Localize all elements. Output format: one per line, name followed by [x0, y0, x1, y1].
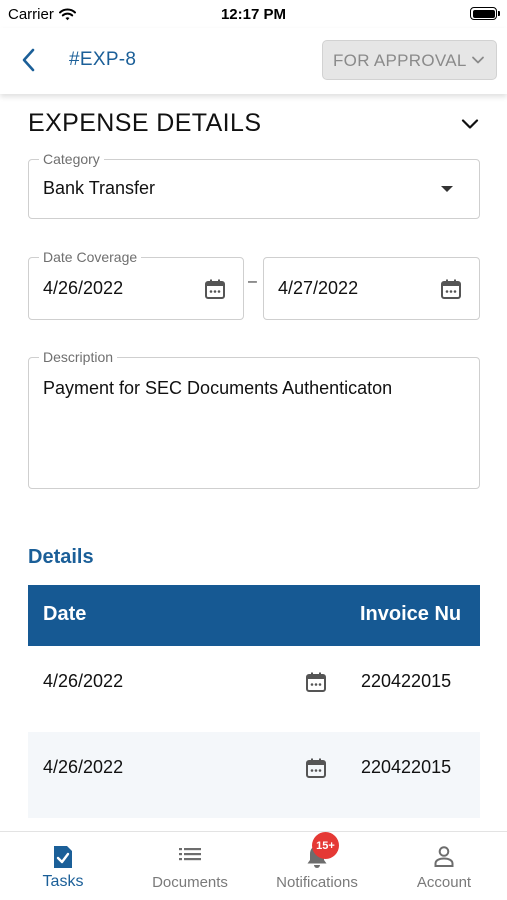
calendar-icon[interactable]: [304, 670, 328, 694]
app-header: #EXP-8 FOR APPROVAL: [0, 28, 507, 94]
category-select[interactable]: Category Bank Transfer: [28, 150, 480, 219]
tab-documents-label: Documents: [152, 874, 228, 891]
collapse-section-button[interactable]: [457, 111, 483, 137]
back-button[interactable]: [14, 46, 42, 74]
dropdown-caret-icon: [441, 186, 453, 192]
description-textarea[interactable]: Description Payment for SEC Documents Au…: [28, 348, 480, 489]
tab-tasks-label: Tasks: [42, 873, 84, 890]
expense-details-title: EXPENSE DETAILS: [28, 109, 262, 137]
row-invoice-number: 220422015: [361, 671, 452, 691]
task-check-icon: [0, 844, 126, 870]
battery-icon: [470, 7, 500, 20]
date-start-value: 4/26/2022: [43, 278, 124, 298]
tab-documents[interactable]: Documents: [127, 832, 253, 900]
row-invoice-number: 220422015: [361, 757, 452, 777]
column-header-date: Date: [43, 603, 87, 625]
notification-count-badge: 15+: [312, 832, 339, 859]
approval-status-label: FOR APPROVAL: [333, 51, 467, 70]
category-value: Bank Transfer: [43, 178, 156, 198]
details-table: Date Invoice Nu 4/26/2022 220422015 4/26…: [28, 585, 480, 832]
status-bar: Carrier 12:17 PM: [0, 0, 507, 28]
chevron-down-icon: [461, 119, 479, 129]
row-date: 4/26/2022: [43, 757, 124, 777]
description-label: Description: [39, 348, 118, 366]
date-coverage-start-field[interactable]: Date Coverage 4/26/2022: [28, 248, 244, 320]
chevron-left-icon: [22, 48, 35, 72]
calendar-icon[interactable]: [304, 756, 328, 780]
list-icon: [127, 844, 253, 864]
tab-tasks[interactable]: Tasks: [0, 832, 126, 900]
date-end-value: 4/27/2022: [278, 278, 359, 298]
table-row[interactable]: 4/26/2022 220422015: [28, 732, 480, 818]
table-header: Date Invoice Nu: [28, 585, 480, 646]
chevron-down-icon: [472, 56, 484, 64]
date-range-separator: –: [248, 273, 257, 290]
row-date: 4/26/2022: [43, 671, 124, 691]
details-heading: Details: [28, 546, 94, 568]
tab-notifications-label: Notifications: [276, 874, 358, 891]
date-coverage-label: Date Coverage: [39, 248, 142, 266]
column-header-invoice-number: Invoice Nu: [360, 603, 462, 625]
description-value: Payment for SEC Documents Authenticaton: [43, 378, 393, 398]
tab-account-label: Account: [416, 874, 472, 891]
person-icon: [381, 844, 507, 868]
approval-status-dropdown[interactable]: FOR APPROVAL: [322, 40, 497, 80]
date-coverage-end-field[interactable]: 4/27/2022: [263, 257, 480, 320]
expense-id-title: #EXP-8: [69, 49, 137, 70]
tab-account[interactable]: Account: [381, 832, 507, 900]
category-label: Category: [39, 150, 104, 168]
calendar-icon[interactable]: [203, 277, 227, 301]
calendar-icon[interactable]: [439, 277, 463, 301]
status-time: 12:17 PM: [220, 6, 287, 23]
table-row[interactable]: 4/26/2022 220422015: [28, 646, 480, 732]
bottom-tab-bar: Tasks Documents Notifications Account: [0, 831, 507, 900]
